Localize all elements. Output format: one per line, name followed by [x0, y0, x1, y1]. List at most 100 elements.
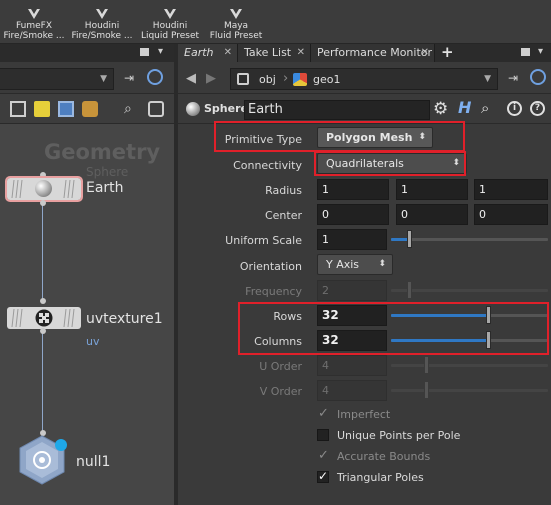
pane-options-icon[interactable]: ▾: [538, 46, 543, 57]
houdini-tool-icon: [28, 9, 40, 19]
tab-earth[interactable]: Earth ✕: [178, 44, 238, 62]
back-arrow-icon[interactable]: ◀: [186, 71, 196, 86]
tab-performance-monitor[interactable]: Performance Monitor ✕: [311, 44, 435, 62]
network-editor[interactable]: Geometry Sphere Earth uvtexture1 uv null…: [0, 124, 174, 505]
close-icon[interactable]: ✕: [421, 44, 429, 62]
frequency-field: 2: [317, 280, 387, 301]
parameter-pane: Earth ✕ Take List ✕ Performance Monitor ✕ +…: [178, 43, 551, 505]
shelf-tool-label-1: Houdini: [152, 21, 188, 31]
node-stripes-icon: [63, 179, 75, 199]
node-stripes-icon: [11, 179, 23, 199]
checkmark-icon: ✓: [318, 469, 329, 483]
tab-take-list[interactable]: Take List ✕: [238, 44, 311, 62]
triangular-poles-checkbox[interactable]: ✓: [317, 469, 329, 483]
shelf-tool-label-1: Maya: [223, 21, 249, 31]
node-tile: [7, 307, 81, 329]
shelf-tool-label-1: FumeFX: [15, 21, 53, 31]
search-icon[interactable]: ⌕: [124, 101, 140, 117]
node-wire: [42, 202, 43, 300]
uniform-scale-slider[interactable]: [391, 238, 548, 241]
network-pane: ▾ ▼ ⇥ ⌕ Geometry Sphere Earth uvtexture1…: [0, 44, 174, 505]
shelf-tool-maya-fluid[interactable]: Maya Fluid Preset: [202, 0, 270, 44]
node-tile: [5, 176, 83, 202]
node-input-connector[interactable]: [40, 298, 46, 304]
radius-x-field[interactable]: 1: [317, 179, 389, 200]
center-x-field[interactable]: 0: [317, 204, 389, 225]
sticky-note-icon[interactable]: [34, 101, 50, 117]
shelf-tool-label-2: Fire/Smoke ...: [71, 31, 133, 41]
v-order-slider: [391, 389, 548, 392]
radius-y-field[interactable]: 1: [396, 179, 468, 200]
pane-options-icon[interactable]: ▾: [158, 46, 163, 57]
uniform-scale-slider-handle[interactable]: [407, 230, 412, 248]
shelf-tool-fumefx[interactable]: FumeFX Fire/Smoke ...: [0, 0, 68, 44]
search-icon[interactable]: ⌕: [481, 99, 489, 117]
pin-icon[interactable]: ⇥: [508, 71, 518, 85]
node-output-connector[interactable]: [40, 328, 46, 334]
object-context-icon: [237, 73, 249, 85]
geo-node-icon: [293, 73, 307, 86]
pin-icon[interactable]: ⇥: [124, 71, 134, 85]
path-segment-obj[interactable]: obj: [259, 73, 276, 86]
uniform-scale-label: Uniform Scale: [225, 234, 302, 247]
path-bar: ◀ ▶ obj › geo1 ▼ ⇥: [178, 62, 551, 94]
close-icon[interactable]: ✕: [297, 44, 305, 62]
pane-menu-icon[interactable]: [140, 48, 149, 56]
help-h-icon[interactable]: H: [458, 98, 471, 117]
tab-label: Performance Monitor: [317, 46, 433, 59]
node-type-label: Sphere: [204, 102, 248, 115]
sphere-icon: [35, 180, 52, 197]
parameter-header: Sphere Earth ⚙ H ⌕ i ?: [178, 94, 551, 124]
path-separator-icon: ›: [283, 71, 289, 86]
uniform-scale-field[interactable]: 1: [317, 229, 387, 250]
node-name-input[interactable]: Earth: [244, 100, 430, 120]
connectivity-label: Connectivity: [233, 159, 302, 172]
center-y-field[interactable]: 0: [396, 204, 468, 225]
path-segment-geo1[interactable]: geo1: [313, 73, 340, 86]
add-tab-icon[interactable]: +: [441, 43, 454, 61]
link-icon[interactable]: [147, 69, 163, 85]
box-icon[interactable]: [82, 101, 98, 117]
image-icon[interactable]: [58, 101, 74, 117]
u-order-slider: [391, 364, 548, 367]
context-subtitle: Sphere: [86, 165, 129, 179]
shelf-tool-houdini-liquid[interactable]: Houdini Liquid Preset: [136, 0, 204, 44]
radius-z-field[interactable]: 1: [474, 179, 548, 200]
node-name-label: Earth: [86, 180, 124, 196]
houdini-tool-icon: [164, 9, 176, 19]
frequency-label: Frequency: [245, 285, 302, 298]
u-order-field: 4: [317, 355, 387, 376]
unique-points-label[interactable]: Unique Points per Pole: [337, 429, 460, 442]
houdini-tool-icon: [96, 9, 108, 19]
layout-icon[interactable]: [10, 101, 26, 117]
orientation-menu[interactable]: Y Axis ⬍: [317, 254, 393, 275]
node-stripes-icon: [63, 308, 75, 328]
chevron-down-icon[interactable]: ▼: [484, 74, 491, 84]
shelf-tool-label-2: Liquid Preset: [140, 31, 200, 41]
triangular-poles-label[interactable]: Triangular Poles: [337, 471, 424, 484]
center-z-field[interactable]: 0: [474, 204, 548, 225]
sphere-type-icon: [186, 102, 200, 116]
tab-label: Earth: [184, 46, 214, 59]
network-toolbar: ⌕: [0, 94, 174, 124]
v-order-label: V Order: [259, 385, 302, 398]
pane-menu-icon[interactable]: [521, 48, 530, 56]
gear-icon[interactable]: ⚙: [433, 99, 448, 119]
houdini-tool-icon: [230, 9, 242, 19]
info-icon[interactable]: i: [507, 101, 522, 116]
help-icon[interactable]: ?: [530, 101, 545, 116]
eye-icon[interactable]: [148, 101, 164, 117]
node-output-connector[interactable]: [40, 200, 46, 206]
shelf-tool-houdini-fire[interactable]: Houdini Fire/Smoke ...: [68, 0, 136, 44]
imperfect-label: Imperfect: [337, 408, 391, 421]
path-field[interactable]: obj › geo1 ▼: [230, 68, 498, 90]
close-icon[interactable]: ✕: [224, 44, 232, 62]
unique-points-checkbox[interactable]: [317, 429, 329, 441]
v-order-field: 4: [317, 380, 387, 401]
link-icon[interactable]: [530, 69, 546, 85]
network-path-dropdown[interactable]: ▼: [0, 68, 114, 90]
u-order-slider-handle: [424, 356, 429, 374]
forward-arrow-icon[interactable]: ▶: [206, 71, 216, 86]
node-comment-label: uv: [86, 335, 100, 348]
frequency-slider: [391, 289, 548, 292]
